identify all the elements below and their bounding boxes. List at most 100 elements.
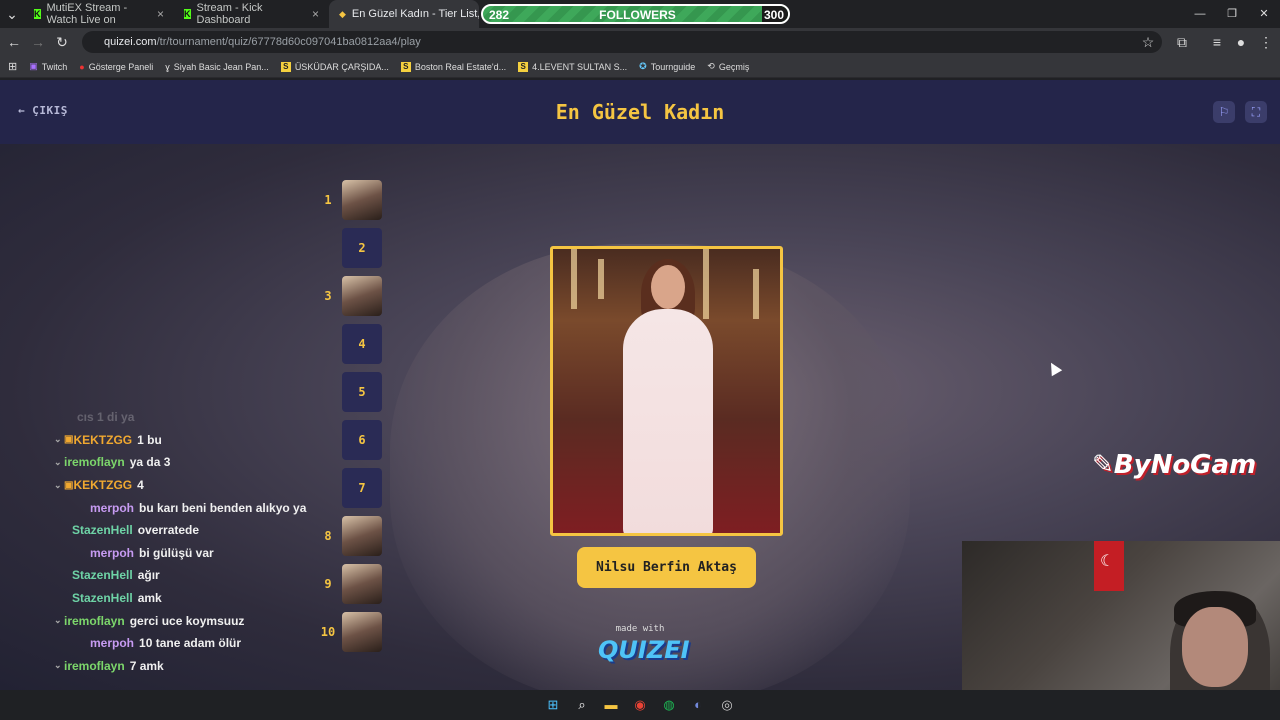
ranking-slot[interactable] (342, 180, 382, 220)
bookmark-boston[interactable]: S Boston Real Estate'd... (400, 61, 506, 72)
windows-start-icon[interactable]: ⊞ (543, 695, 563, 715)
chat-username[interactable]: iremoflayn (64, 614, 125, 628)
bookmark-twitch[interactable]: ▣ Twitch (29, 61, 67, 72)
chat-username[interactable]: KEKTZGG (73, 433, 132, 447)
made-with-label: made with (615, 624, 665, 634)
reload-icon[interactable]: ↻ (50, 34, 74, 51)
ranking-slot[interactable] (342, 564, 382, 604)
chat-username[interactable]: iremoflayn (64, 455, 125, 469)
ranking-slot[interactable]: 7 (342, 468, 382, 508)
chat-text: ağır (137, 568, 160, 583)
history-icon: ⟲ (707, 61, 715, 71)
bookmark-history[interactable]: ⟲ Geçmiş (707, 61, 749, 72)
tab-kick-dashboard[interactable]: K Stream - Kick Dashboard × (174, 0, 329, 28)
chat-username[interactable]: KEKTZGG (73, 478, 132, 492)
candidate-name-button[interactable]: Nilsu Berfin Aktaş (577, 547, 756, 588)
extensions-icon[interactable]: ⧉ (1170, 34, 1194, 51)
bookmark-jean[interactable]: ɣ Siyah Basic Jean Pan... (165, 62, 269, 72)
ranking-slot[interactable] (342, 612, 382, 652)
chat-message: merpoh bi gülüşü var (54, 542, 314, 565)
bokeh-light (598, 259, 604, 299)
ranking-slot[interactable]: 4 (342, 324, 382, 364)
ranking-slot[interactable]: 2 (342, 228, 382, 268)
minimize-icon[interactable]: — (1184, 0, 1216, 28)
tab-title: Stream - Kick Dashboard (196, 2, 263, 26)
tab-quizei[interactable]: ◆ En Güzel Kadın - Tier List, Kör S (329, 0, 479, 28)
slot-number: 9 (324, 577, 332, 591)
chat-text: 10 tane adam ölür (139, 636, 242, 651)
apps-icon[interactable]: ⊞ (8, 60, 17, 73)
bookmark-dashboard[interactable]: ● Gösterge Paneli (79, 62, 153, 72)
quiz-header: ← ÇIKIŞ En Güzel Kadın ⚐ ⛶ (0, 80, 1280, 144)
chat-text: amk (137, 591, 162, 606)
obs-icon[interactable]: ◎ (717, 695, 737, 715)
chevron-down-icon: ⌄ (54, 456, 62, 467)
profile-avatar[interactable]: ● (1229, 34, 1253, 50)
bokeh-light (753, 269, 759, 319)
chat-username[interactable]: merpoh (90, 501, 134, 515)
face-shape (651, 265, 685, 309)
discord-icon[interactable]: ◐ (688, 695, 708, 715)
bookmark-uskudar[interactable]: S ÜSKÜDAR ÇARŞIDA... (280, 61, 389, 72)
chat-text: 1 bu (137, 432, 162, 447)
sahibinden-icon: S (400, 61, 411, 72)
chat-text: ya da 3 (129, 455, 171, 470)
ranking-slot[interactable]: 5 (342, 372, 382, 412)
bookmark-star-icon[interactable]: ☆ (1136, 34, 1160, 51)
bookmarks-bar: ⊞ ▣ Twitch ● Gösterge Paneli ɣ Siyah Basic … (0, 56, 1280, 78)
ranking-slot[interactable]: 6 (342, 420, 382, 460)
dashboard-icon: ● (79, 61, 85, 72)
chat-text: gerci uce koymsuuz (129, 613, 245, 628)
chrome-icon[interactable]: ◉ (630, 695, 650, 715)
followers-label: FOLLOWERS (599, 8, 676, 22)
chat-message: ⌄ iremoflayn 7 amk (54, 655, 314, 678)
chat-text: overratede (137, 523, 200, 538)
back-icon[interactable]: ← (2, 34, 26, 50)
forward-icon[interactable]: → (26, 34, 50, 50)
flag-icon[interactable]: ⚐ (1213, 101, 1235, 123)
file-explorer-icon[interactable]: ▬ (601, 695, 621, 715)
tab-close-icon[interactable]: × (157, 7, 164, 21)
brand-logo: ✎ByNoGam (1092, 450, 1257, 480)
chat-text: 7 amk (129, 658, 164, 673)
candidate-photo[interactable] (550, 246, 783, 536)
ranking-slot[interactable] (342, 276, 382, 316)
quizei-icon: ◆ (339, 8, 346, 19)
chat-username[interactable]: merpoh (90, 636, 134, 650)
tab-close-icon[interactable]: × (312, 7, 319, 21)
twitch-icon: ▣ (29, 61, 38, 71)
tab-mutiex[interactable]: K MutiEX Stream - Watch Live on × (24, 0, 174, 28)
tab-list-chevron-icon[interactable]: ⌄ (0, 6, 24, 23)
menu-icon[interactable]: ⋮ (1254, 34, 1278, 51)
media-icon[interactable]: ≡ (1205, 34, 1229, 50)
url-input[interactable]: quizei.com/tr/tournament/quiz/67778d60c0… (82, 31, 1162, 53)
slot-number: 1 (324, 193, 332, 207)
ranking-slot[interactable] (342, 516, 382, 556)
taskbar: ⊞ ⌕ ▬ ◉ ◍ ◐ ◎ (0, 690, 1280, 720)
bookmark-tournguide[interactable]: ✪ Tournguide (639, 61, 695, 72)
bokeh-light (571, 249, 577, 309)
close-window-icon[interactable]: ✕ (1248, 0, 1280, 28)
chat-username[interactable]: iremoflayn (64, 659, 125, 673)
chat-message: merpoh 10 tane adam ölür (54, 632, 314, 655)
chat-message: ⌄ ▣ KEKTZGG 4 (54, 474, 314, 497)
chat-message: merpoh bu karı beni benden alıkyo ya (54, 496, 314, 519)
chevron-down-icon: ⌄ (54, 434, 62, 445)
chat-text: bi gülüşü var (139, 545, 214, 560)
restore-icon[interactable]: ❐ (1216, 0, 1248, 28)
search-icon[interactable]: ⌕ (572, 695, 592, 715)
chat-username[interactable]: StazenHell (72, 523, 133, 537)
dress-shape (623, 309, 713, 533)
chat-username[interactable]: StazenHell (72, 568, 133, 582)
quizei-logo[interactable]: QUIZEI (598, 636, 690, 664)
spotify-icon[interactable]: ◍ (659, 695, 679, 715)
chat-username[interactable]: StazenHell (72, 591, 133, 605)
chat-text: 4 (137, 478, 144, 493)
chat-username[interactable]: merpoh (90, 546, 134, 560)
sahibinden-icon: S (518, 61, 529, 72)
slot-number: 8 (324, 529, 332, 543)
tab-title: MutiEX Stream - Watch Live on (46, 2, 128, 26)
fullscreen-icon[interactable]: ⛶ (1245, 101, 1267, 123)
followers-goal-bar: 282 FOLLOWERS 300 (481, 4, 790, 24)
bookmark-levent[interactable]: S 4.LEVENT SULTAN S... (518, 61, 627, 72)
